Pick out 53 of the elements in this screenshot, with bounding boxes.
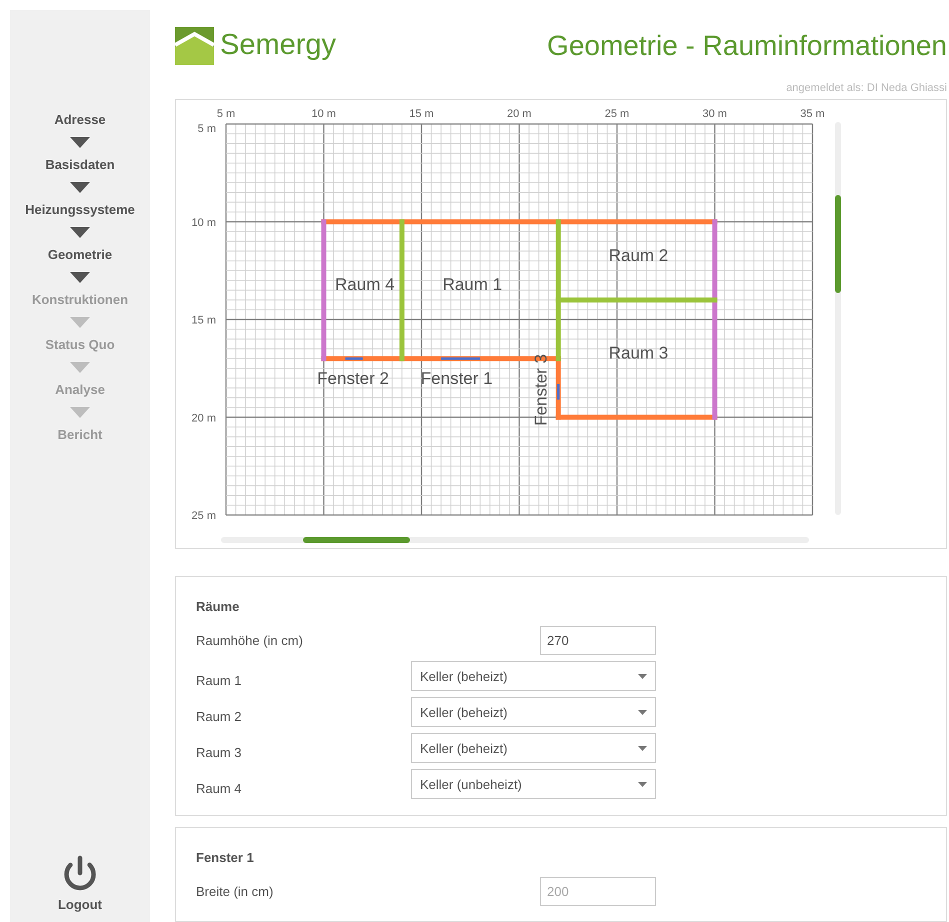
vertical-scrollbar[interactable]	[835, 122, 841, 515]
down-arrow-icon	[70, 407, 90, 418]
room-label: Raum 4	[335, 275, 395, 294]
dropdown[interactable]: Keller (beheizt)	[411, 697, 656, 728]
dropdown[interactable]: Keller (beheizt)	[411, 733, 656, 764]
caret-icon	[638, 746, 647, 751]
axis-label: 10 m	[312, 108, 336, 120]
window-label: Fenster 1	[420, 368, 493, 388]
axis-label: 25 m	[604, 108, 630, 120]
section-title: Fenster 1	[196, 848, 255, 866]
caret-icon	[638, 674, 647, 679]
step-link[interactable]: Adresse	[54, 111, 106, 129]
user-info: angemeldet als: DI Neda Ghiassi	[786, 81, 947, 96]
logout-button[interactable]: Logout	[58, 854, 102, 914]
axis-label: 35 m	[800, 108, 825, 120]
logo-text: Semergy	[220, 28, 336, 64]
input-field[interactable]: 270	[540, 626, 656, 656]
field-label: Raum 4	[196, 780, 242, 798]
step-link[interactable]: Heizungssysteme	[25, 201, 135, 219]
axis-label: 15 m	[192, 314, 216, 326]
horizontal-scrollbar[interactable]	[221, 536, 809, 543]
down-arrow-icon	[70, 362, 90, 373]
field-label: Raum 2	[196, 708, 242, 726]
axis-label: 5 m	[216, 108, 236, 120]
axis-label: 20 m	[507, 108, 532, 120]
axis-label: 10 m	[192, 216, 216, 229]
caret-icon	[638, 710, 647, 715]
down-arrow-icon	[70, 272, 90, 283]
page-title: Geometrie - Rauminformationen	[547, 29, 947, 63]
section-title: Räume	[196, 598, 240, 616]
field-label: Raum 1	[196, 672, 242, 690]
axis-label: 15 m	[409, 108, 434, 120]
caret-icon	[638, 782, 647, 787]
axis-label: 20 m	[192, 412, 216, 424]
dropdown[interactable]: Keller (unbeheizt)	[411, 769, 656, 800]
dropdown[interactable]: Keller (beheizt)	[411, 661, 656, 692]
field-label: Breite (in cm)	[196, 882, 274, 901]
window-label: Fenster 3	[532, 354, 551, 426]
down-arrow-icon	[70, 317, 90, 328]
down-arrow-icon	[70, 182, 90, 193]
field-label: Raum 3	[196, 744, 242, 762]
axis-label: 30 m	[702, 108, 727, 120]
field-label: Raumhöhe (in cm)	[196, 632, 303, 650]
down-arrow-icon	[70, 227, 90, 238]
down-arrow-icon	[70, 137, 90, 148]
axis-label: 5 m	[198, 122, 216, 135]
step-link[interactable]: Basisdaten	[45, 156, 115, 174]
power-icon	[62, 854, 98, 890]
room-label: Raum 1	[442, 275, 502, 294]
step-link[interactable]: Geometrie	[48, 246, 112, 264]
axis-label: 25 m	[192, 510, 216, 522]
window-label: Fenster 2	[317, 368, 389, 388]
logo-icon	[175, 27, 214, 65]
